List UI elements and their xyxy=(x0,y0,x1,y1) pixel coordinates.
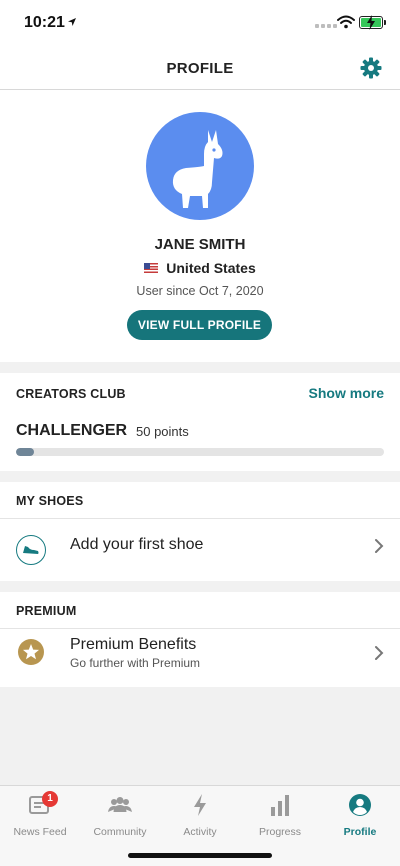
tab-profile[interactable]: Profile xyxy=(320,792,400,838)
my-shoes-card: MY SHOES Add your first shoe xyxy=(0,482,400,581)
country-label: United States xyxy=(166,260,256,276)
club-level: CHALLENGER xyxy=(16,422,128,439)
creators-club-card: CREATORS CLUB Show more CHALLENGER 50 po… xyxy=(0,373,400,471)
settings-gear-icon[interactable] xyxy=(359,56,383,80)
tab-community[interactable]: Community xyxy=(80,792,160,838)
profile-icon xyxy=(349,794,371,816)
my-shoes-title: MY SHOES xyxy=(16,494,84,508)
profile-name: JANE SMITH xyxy=(154,236,246,253)
page-title: PROFILE xyxy=(166,60,234,77)
llama-avatar-icon xyxy=(172,130,223,208)
tab-news-feed[interactable]: 1 News Feed xyxy=(0,791,80,838)
tab-label: News Feed xyxy=(13,826,67,838)
chevron-right-icon xyxy=(375,539,384,553)
club-points: 50 points xyxy=(136,424,189,439)
status-time: 10:21 xyxy=(24,14,65,31)
club-progress-bar xyxy=(16,448,384,456)
show-more-link[interactable]: Show more xyxy=(309,385,384,401)
community-icon xyxy=(108,797,132,812)
avatar[interactable] xyxy=(146,112,254,220)
tab-progress[interactable]: Progress xyxy=(240,792,320,838)
tab-label: Progress xyxy=(258,826,301,838)
premium-star-icon xyxy=(18,639,44,665)
premium-sublabel: Go further with Premium xyxy=(70,656,201,670)
profile-card: JANE SMITH United States User since Oct … xyxy=(0,90,400,362)
wifi-icon xyxy=(337,15,355,29)
tab-label: Profile xyxy=(343,826,377,838)
club-progress-fill xyxy=(16,448,35,456)
shoe-icon xyxy=(16,535,46,565)
progress-icon xyxy=(271,795,289,816)
tab-label: Community xyxy=(93,826,147,838)
add-shoe-label: Add your first shoe xyxy=(70,536,204,553)
chevron-right-icon xyxy=(375,646,384,660)
news-feed-badge: 1 xyxy=(42,791,58,807)
cellular-signal-icon xyxy=(315,24,337,28)
premium-card: PREMIUM Premium Benefits Go further with… xyxy=(0,592,400,687)
creators-club-title: CREATORS CLUB xyxy=(16,387,126,401)
home-indicator xyxy=(128,853,272,858)
member-since: User since Oct 7, 2020 xyxy=(136,284,264,298)
premium-title: PREMIUM xyxy=(16,604,77,618)
charging-bolt-icon xyxy=(367,15,375,30)
status-bar: 10:21 xyxy=(0,0,400,46)
tab-label: Activity xyxy=(183,826,217,838)
location-arrow-icon xyxy=(68,18,76,26)
add-shoe-row[interactable]: Add your first shoe xyxy=(0,519,400,581)
view-full-profile-button[interactable]: VIEW FULL PROFILE xyxy=(127,310,272,340)
country-row: United States xyxy=(0,260,400,276)
premium-benefits-label: Premium Benefits xyxy=(70,636,197,653)
tab-activity[interactable]: Activity xyxy=(160,792,240,838)
activity-icon xyxy=(194,794,206,816)
premium-benefits-row[interactable]: Premium Benefits Go further with Premium xyxy=(0,629,400,687)
us-flag-icon xyxy=(144,263,159,273)
nav-header: PROFILE xyxy=(0,46,400,90)
